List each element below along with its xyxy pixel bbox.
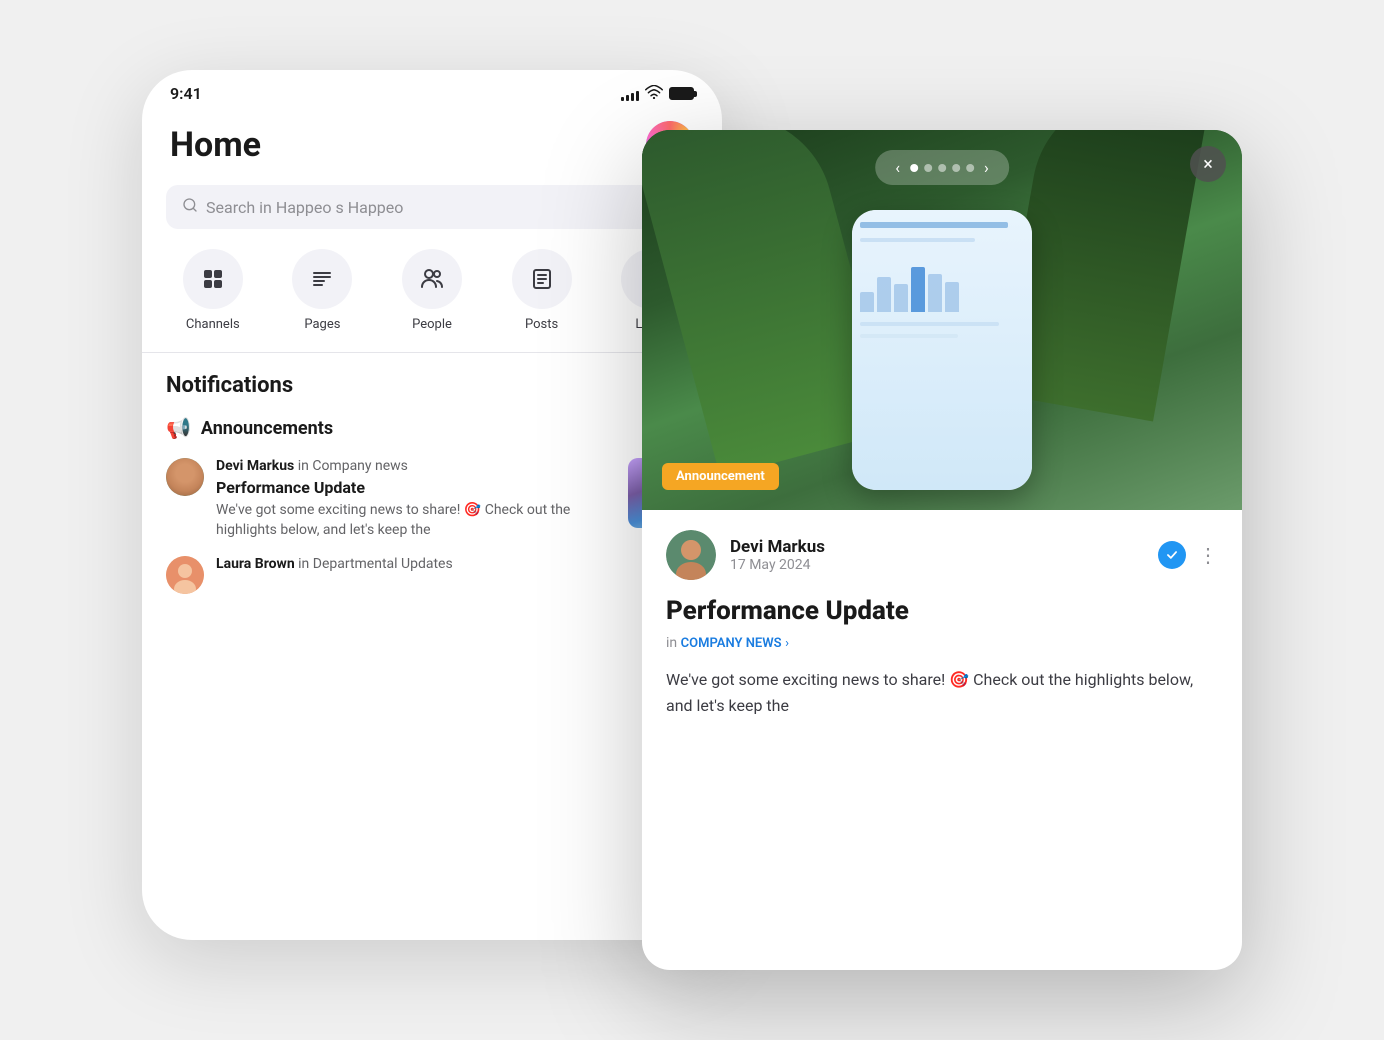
card-channel-name: COMPANY NEWS [681,636,782,651]
pages-icon [292,249,352,309]
status-icons [621,85,694,103]
card-author-row: Devi Markus 17 May 2024 ⋮ [666,530,1218,580]
post-channel: in Company news [298,458,408,474]
dot-3 [938,164,946,172]
card-author-meta: Devi Markus 17 May 2024 [730,537,1144,573]
announcement-badge: Announcement [662,463,779,490]
verified-icon [1158,541,1186,569]
posts-icon [512,249,572,309]
page-title: Home [170,125,261,165]
people-label: People [412,317,452,332]
notifications-title: Notifications [166,373,698,398]
signal-icon [621,87,639,101]
phone-screen [852,210,1032,490]
card-image: Announcement ‹ › × [642,130,1242,510]
quick-link-channels[interactable]: Channels [158,249,268,332]
laura-avatar [166,556,204,594]
channels-label: Channels [186,317,240,332]
quick-links: Channels Pages [142,249,722,352]
post-author-avatar [166,458,204,496]
wifi-icon [645,85,663,103]
home-header: Home [142,111,722,185]
card-author-date: 17 May 2024 [730,557,1144,573]
posts-label: Posts [525,317,558,332]
card-channel-link[interactable]: in COMPANY NEWS › [666,635,1218,651]
card-content: Devi Markus 17 May 2024 ⋮ Performance Up… [642,510,1242,738]
card-author-actions: ⋮ [1158,541,1218,569]
announcements-left: 📢 Announcements [166,416,333,440]
plant-background [642,130,1242,510]
phone-in-hand [852,210,1032,490]
scene: 9:41 [142,70,1242,970]
second-post-item[interactable]: Laura Brown in Departmental Updates [166,556,698,594]
post-author-line: Devi Markus in Company news [216,458,616,474]
channels-icon [183,249,243,309]
post-title: Performance Update [216,478,616,497]
chevron-right-icon: › [785,636,789,651]
search-bar[interactable]: Search in Happeo s Happeo [166,185,698,229]
phone-background: 9:41 [142,70,722,940]
status-time: 9:41 [170,84,202,103]
detail-card: Announcement ‹ › × [642,130,1242,970]
close-button[interactable]: × [1190,146,1226,182]
second-post-author-info: Laura Brown in Departmental Updates [216,556,698,576]
post-item[interactable]: Devi Markus in Company news Performance … [166,458,698,540]
card-author-name: Devi Markus [730,537,1144,557]
people-icon [402,249,462,309]
channel-prefix: in [666,635,677,651]
second-post-channel: in Departmental Updates [298,556,453,572]
post-author-info: Devi Markus in Company news Performance … [216,458,616,540]
megaphone-icon: 📢 [166,416,191,440]
quick-link-posts[interactable]: Posts [487,249,597,332]
announcements-header: 📢 Announcements 5 [166,414,698,442]
post-author-name: Devi Markus [216,458,294,474]
card-author-avatar [666,530,716,580]
card-excerpt: We've got some exciting news to share! 🎯… [666,667,1218,718]
more-options-icon[interactable]: ⋮ [1198,543,1218,567]
quick-link-people[interactable]: People [377,249,487,332]
second-author-name: Laura Brown [216,556,295,572]
battery-icon [669,87,694,100]
prev-button[interactable]: ‹ [891,158,904,177]
announcements-label: Announcements [201,418,333,439]
second-post-author-line: Laura Brown in Departmental Updates [216,556,698,572]
post-excerpt: We've got some exciting news to share! 🎯… [216,501,616,540]
search-placeholder: Search in Happeo s Happeo [206,198,403,217]
pages-label: Pages [304,317,340,332]
pagination-dots: ‹ › [875,150,1009,185]
card-post-title: Performance Update [666,596,1218,627]
dot-1 [910,164,918,172]
quick-link-pages[interactable]: Pages [268,249,378,332]
dot-2 [924,164,932,172]
dot-5 [966,164,974,172]
search-icon [182,197,198,217]
next-button[interactable]: › [980,158,993,177]
status-bar: 9:41 [142,70,722,111]
notifications-section: Notifications 📢 Announcements 5 Devi Mar… [142,353,722,626]
dot-4 [952,164,960,172]
